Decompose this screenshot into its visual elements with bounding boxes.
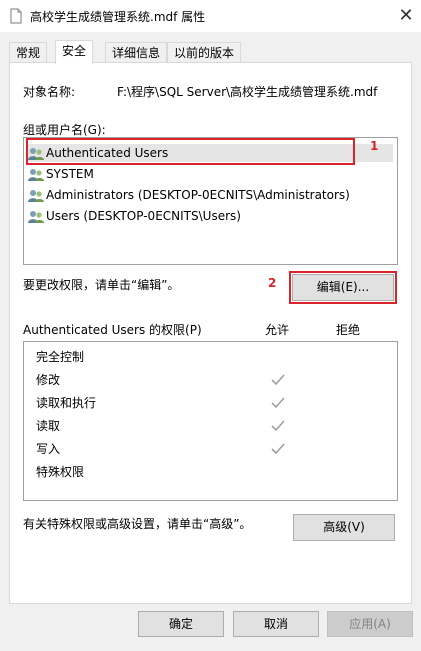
- tab-previous-versions[interactable]: 以前的版本: [167, 42, 242, 64]
- file-icon: [10, 8, 22, 24]
- window-title: 高校学生成绩管理系统.mdf 属性: [30, 10, 206, 24]
- users-icon: [28, 210, 44, 223]
- object-name-label: 对象名称:: [23, 85, 76, 99]
- list-item[interactable]: Users (DESKTOP-0ECNITS\Users): [28, 207, 241, 225]
- users-icon: [28, 189, 44, 202]
- permission-row-label: 写入: [36, 442, 61, 456]
- groups-label: 组或用户名(G):: [23, 123, 106, 137]
- tab-general[interactable]: 常规: [9, 42, 48, 64]
- deny-column-header: 拒绝: [336, 323, 361, 337]
- permission-row-label: 修改: [36, 373, 61, 387]
- permission-row-label: 读取和执行: [36, 396, 97, 410]
- annotation-marker-2: 2: [268, 276, 277, 290]
- close-icon: ✕: [398, 4, 414, 26]
- check-icon: [271, 374, 285, 386]
- ok-button[interactable]: 确定: [138, 611, 224, 637]
- edit-button[interactable]: 编辑(E)...: [292, 274, 394, 301]
- advanced-button[interactable]: 高级(V): [293, 514, 395, 541]
- apply-button[interactable]: 应用(A): [327, 611, 413, 637]
- groups-listbox[interactable]: Authenticated Users SYSTEM Administrator…: [23, 137, 398, 265]
- title-bar: 高校学生成绩管理系统.mdf 属性 ✕: [0, 0, 421, 32]
- list-item[interactable]: SYSTEM: [28, 165, 94, 183]
- users-icon: [28, 168, 44, 181]
- cancel-button[interactable]: 取消: [233, 611, 319, 637]
- list-item-label: Authenticated Users: [46, 146, 169, 160]
- annotation-marker-1: 1: [370, 139, 379, 153]
- object-name-value: F:\程序\SQL Server\高校学生成绩管理系统.mdf: [117, 85, 378, 99]
- permissions-header: Authenticated Users 的权限(P): [23, 323, 202, 337]
- permission-row-label: 完全控制: [36, 350, 85, 364]
- list-item-label: Users (DESKTOP-0ECNITS\Users): [46, 209, 241, 223]
- permission-row-label: 读取: [36, 419, 61, 433]
- edit-hint: 要更改权限，请单击“编辑”。: [23, 278, 180, 292]
- list-item-label: Administrators (DESKTOP-0ECNITS\Administ…: [46, 188, 350, 202]
- check-icon: [271, 397, 285, 409]
- advanced-hint: 有关特殊权限或高级设置，请单击“高级”。: [23, 517, 252, 531]
- list-item-label: SYSTEM: [46, 167, 94, 181]
- list-item[interactable]: Authenticated Users: [28, 144, 393, 162]
- check-icon: [271, 443, 285, 455]
- permission-row-label: 特殊权限: [36, 465, 85, 479]
- tab-details[interactable]: 详细信息: [105, 42, 168, 64]
- users-icon: [28, 147, 44, 160]
- allow-column-header: 允许: [265, 323, 290, 337]
- list-item[interactable]: Administrators (DESKTOP-0ECNITS\Administ…: [28, 186, 350, 204]
- check-icon: [271, 420, 285, 432]
- close-button[interactable]: ✕: [391, 0, 421, 30]
- permissions-list: 完全控制 修改 读取和执行 读取 写入 特殊权限: [23, 341, 398, 501]
- tab-security[interactable]: 安全: [55, 40, 94, 64]
